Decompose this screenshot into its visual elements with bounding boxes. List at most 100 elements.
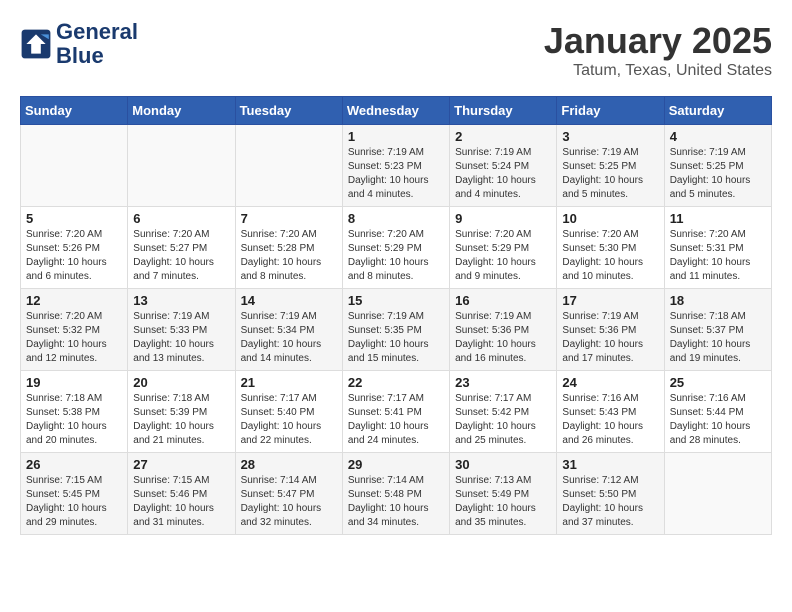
day-number: 8	[348, 211, 444, 226]
day-number: 31	[562, 457, 658, 472]
calendar-cell: 25 Sunrise: 7:16 AM Sunset: 5:44 PM Dayli…	[664, 371, 771, 453]
cell-content: Sunrise: 7:19 AM Sunset: 5:33 PM Dayligh…	[133, 310, 229, 366]
calendar-table: SundayMondayTuesdayWednesdayThursdayFrid…	[20, 96, 772, 535]
calendar-cell: 20 Sunrise: 7:18 AM Sunset: 5:39 PM Dayli…	[128, 371, 235, 453]
cell-content: Sunrise: 7:15 AM Sunset: 5:45 PM Dayligh…	[26, 474, 122, 530]
cell-content: Sunrise: 7:19 AM Sunset: 5:34 PM Dayligh…	[241, 310, 337, 366]
calendar-cell: 14 Sunrise: 7:19 AM Sunset: 5:34 PM Dayli…	[235, 289, 342, 371]
week-row-4: 19 Sunrise: 7:18 AM Sunset: 5:38 PM Dayli…	[21, 371, 772, 453]
calendar-cell: 19 Sunrise: 7:18 AM Sunset: 5:38 PM Dayli…	[21, 371, 128, 453]
day-number: 13	[133, 293, 229, 308]
day-number: 30	[455, 457, 551, 472]
calendar-cell: 12 Sunrise: 7:20 AM Sunset: 5:32 PM Dayli…	[21, 289, 128, 371]
calendar-cell: 3Sunrise: 7:19 AM Sunset: 5:25 PM Daylig…	[557, 125, 664, 207]
calendar-cell: 22 Sunrise: 7:17 AM Sunset: 5:41 PM Dayli…	[342, 371, 449, 453]
calendar-cell: 13 Sunrise: 7:19 AM Sunset: 5:33 PM Dayli…	[128, 289, 235, 371]
cell-content: Sunrise: 7:20 AM Sunset: 5:29 PM Dayligh…	[348, 228, 444, 284]
cell-content: Sunrise: 7:18 AM Sunset: 5:39 PM Dayligh…	[133, 392, 229, 448]
day-number: 11	[670, 211, 766, 226]
calendar-cell: 24 Sunrise: 7:16 AM Sunset: 5:43 PM Dayli…	[557, 371, 664, 453]
day-number: 22	[348, 375, 444, 390]
calendar-cell: 30 Sunrise: 7:13 AM Sunset: 5:49 PM Dayli…	[450, 453, 557, 535]
calendar-cell: 27 Sunrise: 7:15 AM Sunset: 5:46 PM Dayli…	[128, 453, 235, 535]
calendar-cell: 9Sunrise: 7:20 AM Sunset: 5:29 PM Daylig…	[450, 207, 557, 289]
day-number: 18	[670, 293, 766, 308]
logo-icon	[20, 28, 52, 60]
day-number: 1	[348, 129, 444, 144]
calendar-cell: 31 Sunrise: 7:12 AM Sunset: 5:50 PM Dayli…	[557, 453, 664, 535]
day-number: 3	[562, 129, 658, 144]
calendar-cell: 7 Sunrise: 7:20 AM Sunset: 5:28 PM Daylig…	[235, 207, 342, 289]
day-number: 9	[455, 211, 551, 226]
week-row-5: 26Sunrise: 7:15 AM Sunset: 5:45 PM Dayli…	[21, 453, 772, 535]
cell-content: Sunrise: 7:20 AM Sunset: 5:32 PM Dayligh…	[26, 310, 122, 366]
cell-content: Sunrise: 7:20 AM Sunset: 5:27 PM Dayligh…	[133, 228, 229, 284]
cell-content: Sunrise: 7:19 AM Sunset: 5:25 PM Dayligh…	[670, 146, 766, 202]
column-header-saturday: Saturday	[664, 97, 771, 125]
calendar-cell: 28Sunrise: 7:14 AM Sunset: 5:47 PM Dayli…	[235, 453, 342, 535]
cell-content: Sunrise: 7:17 AM Sunset: 5:41 PM Dayligh…	[348, 392, 444, 448]
calendar-cell: 29Sunrise: 7:14 AM Sunset: 5:48 PM Dayli…	[342, 453, 449, 535]
calendar-cell: 18 Sunrise: 7:18 AM Sunset: 5:37 PM Dayli…	[664, 289, 771, 371]
calendar-cell: 16 Sunrise: 7:19 AM Sunset: 5:36 PM Dayli…	[450, 289, 557, 371]
calendar-cell: 6 Sunrise: 7:20 AM Sunset: 5:27 PM Daylig…	[128, 207, 235, 289]
cell-content: Sunrise: 7:15 AM Sunset: 5:46 PM Dayligh…	[133, 474, 229, 530]
day-number: 28	[241, 457, 337, 472]
day-number: 5	[26, 211, 122, 226]
cell-content: Sunrise: 7:12 AM Sunset: 5:50 PM Dayligh…	[562, 474, 658, 530]
calendar-cell: 23Sunrise: 7:17 AM Sunset: 5:42 PM Dayli…	[450, 371, 557, 453]
day-number: 25	[670, 375, 766, 390]
day-number: 6	[133, 211, 229, 226]
day-number: 29	[348, 457, 444, 472]
day-number: 10	[562, 211, 658, 226]
header-row: SundayMondayTuesdayWednesdayThursdayFrid…	[21, 97, 772, 125]
calendar-cell: 5 Sunrise: 7:20 AM Sunset: 5:26 PM Daylig…	[21, 207, 128, 289]
cell-content: Sunrise: 7:16 AM Sunset: 5:43 PM Dayligh…	[562, 392, 658, 448]
calendar-cell	[664, 453, 771, 535]
column-header-tuesday: Tuesday	[235, 97, 342, 125]
day-number: 20	[133, 375, 229, 390]
day-number: 19	[26, 375, 122, 390]
day-number: 24	[562, 375, 658, 390]
cell-content: Sunrise: 7:19 AM Sunset: 5:24 PM Dayligh…	[455, 146, 551, 202]
day-number: 14	[241, 293, 337, 308]
day-number: 23	[455, 375, 551, 390]
cell-content: Sunrise: 7:17 AM Sunset: 5:40 PM Dayligh…	[241, 392, 337, 448]
day-number: 27	[133, 457, 229, 472]
cell-content: Sunrise: 7:19 AM Sunset: 5:23 PM Dayligh…	[348, 146, 444, 202]
calendar-cell: 17Sunrise: 7:19 AM Sunset: 5:36 PM Dayli…	[557, 289, 664, 371]
day-number: 16	[455, 293, 551, 308]
cell-content: Sunrise: 7:20 AM Sunset: 5:31 PM Dayligh…	[670, 228, 766, 284]
cell-content: Sunrise: 7:13 AM Sunset: 5:49 PM Dayligh…	[455, 474, 551, 530]
day-number: 12	[26, 293, 122, 308]
page-header: General Blue January 2025 Tatum, Texas, …	[20, 20, 772, 80]
cell-content: Sunrise: 7:19 AM Sunset: 5:36 PM Dayligh…	[562, 310, 658, 366]
calendar-cell: 2Sunrise: 7:19 AM Sunset: 5:24 PM Daylig…	[450, 125, 557, 207]
calendar-cell: 10Sunrise: 7:20 AM Sunset: 5:30 PM Dayli…	[557, 207, 664, 289]
calendar-cell	[21, 125, 128, 207]
day-number: 4	[670, 129, 766, 144]
cell-content: Sunrise: 7:20 AM Sunset: 5:26 PM Dayligh…	[26, 228, 122, 284]
week-row-1: 1 Sunrise: 7:19 AM Sunset: 5:23 PM Daylig…	[21, 125, 772, 207]
logo: General Blue	[20, 20, 138, 68]
location: Tatum, Texas, United States	[544, 62, 772, 80]
cell-content: Sunrise: 7:20 AM Sunset: 5:28 PM Dayligh…	[241, 228, 337, 284]
calendar-cell: 1 Sunrise: 7:19 AM Sunset: 5:23 PM Daylig…	[342, 125, 449, 207]
calendar-cell: 8 Sunrise: 7:20 AM Sunset: 5:29 PM Daylig…	[342, 207, 449, 289]
calendar-cell: 26Sunrise: 7:15 AM Sunset: 5:45 PM Dayli…	[21, 453, 128, 535]
cell-content: Sunrise: 7:18 AM Sunset: 5:38 PM Dayligh…	[26, 392, 122, 448]
day-number: 15	[348, 293, 444, 308]
cell-content: Sunrise: 7:16 AM Sunset: 5:44 PM Dayligh…	[670, 392, 766, 448]
calendar-cell	[235, 125, 342, 207]
calendar-cell: 11 Sunrise: 7:20 AM Sunset: 5:31 PM Dayli…	[664, 207, 771, 289]
logo-text: General Blue	[56, 20, 138, 68]
cell-content: Sunrise: 7:19 AM Sunset: 5:36 PM Dayligh…	[455, 310, 551, 366]
column-header-friday: Friday	[557, 97, 664, 125]
column-header-thursday: Thursday	[450, 97, 557, 125]
cell-content: Sunrise: 7:18 AM Sunset: 5:37 PM Dayligh…	[670, 310, 766, 366]
column-header-wednesday: Wednesday	[342, 97, 449, 125]
day-number: 21	[241, 375, 337, 390]
calendar-cell: 15Sunrise: 7:19 AM Sunset: 5:35 PM Dayli…	[342, 289, 449, 371]
calendar-cell: 21 Sunrise: 7:17 AM Sunset: 5:40 PM Dayli…	[235, 371, 342, 453]
day-number: 7	[241, 211, 337, 226]
